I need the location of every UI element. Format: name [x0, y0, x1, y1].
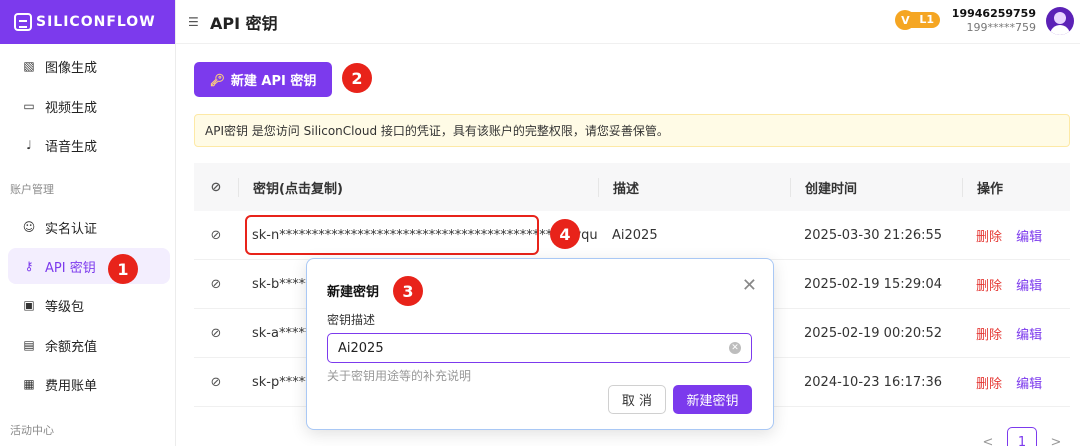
delete-link[interactable]: 删除: [976, 377, 1002, 392]
field-hint: 关于密钥用途等的补充说明: [327, 369, 472, 383]
pagination: < 1 >: [975, 427, 1069, 446]
logo-icon: [14, 13, 32, 31]
edit-link[interactable]: 编辑: [1016, 230, 1042, 245]
key-created: 2025-03-30 21:26:55: [804, 227, 943, 243]
key-created: 2025-02-19 00:20:52: [804, 325, 943, 341]
delete-link[interactable]: 删除: [976, 230, 1002, 245]
close-icon[interactable]: ✕: [742, 275, 757, 296]
sidebar-item-label: API 密钥: [45, 260, 96, 276]
header: ☰ API 密钥 V L1 19946259759 199*****759: [176, 0, 1080, 44]
wallet-icon: ▤: [23, 338, 35, 352]
column-desc: 描述: [598, 177, 790, 197]
video-icon: ▭: [23, 99, 35, 113]
annotation-badge: 4: [550, 219, 580, 249]
page-number[interactable]: 1: [1007, 427, 1037, 446]
create-api-key-button[interactable]: 🔑︎ 新建 API 密钥: [194, 62, 332, 97]
sidebar-item-verify[interactable]: ☺ 实名认证: [8, 209, 170, 245]
row-actions: 删除 编辑: [962, 275, 1070, 294]
menu-collapse-icon[interactable]: ☰: [188, 15, 200, 29]
section-activity-title: 活动中心: [10, 424, 54, 437]
section-account-title: 账户管理: [10, 183, 54, 196]
delete-link[interactable]: 删除: [976, 279, 1002, 294]
sidebar-item-recharge[interactable]: ▤ 余额充值: [8, 327, 170, 363]
image-icon: ▧: [23, 59, 35, 73]
edit-link[interactable]: 编辑: [1016, 377, 1042, 392]
edit-link[interactable]: 编辑: [1016, 279, 1042, 294]
annotation-badge: 3: [393, 276, 423, 306]
row-actions: 删除 编辑: [962, 324, 1070, 343]
sidebar: SILICONFLOW ▧ 图像生成 ▭ 视频生成 ♩ 语音生成 账户管理 ☺ …: [0, 0, 176, 446]
create-api-key-label: 新建 API 密钥: [230, 74, 317, 89]
key-description-value: Ai2025: [338, 340, 384, 356]
key-icon: 🔑︎: [209, 72, 225, 87]
sidebar-item-label: 实名认证: [45, 221, 98, 237]
eye-off-icon[interactable]: ⊘: [194, 375, 238, 390]
notice-banner: API密钥 是您访问 SiliconCloud 接口的凭证，具有该账户的完整权限…: [194, 114, 1070, 147]
sidebar-item-label: 语音生成: [45, 139, 98, 155]
column-key: 密钥(点击复制): [238, 177, 598, 197]
eye-off-icon[interactable]: ⊘: [194, 326, 238, 341]
eye-off-icon[interactable]: ⊘: [194, 277, 238, 292]
dialog-title: 新建密钥: [327, 285, 380, 300]
sidebar-item-label: 余额充值: [45, 339, 98, 355]
create-key-dialog: 新建密钥 ✕ 密钥描述 Ai2025 ✕ 关于密钥用途等的补充说明 取 消 新建…: [306, 258, 774, 430]
clear-icon[interactable]: ✕: [729, 342, 741, 354]
page-title: API 密钥: [210, 13, 278, 33]
submit-button[interactable]: 新建密钥: [673, 385, 752, 414]
next-page-button[interactable]: >: [1043, 429, 1069, 446]
sidebar-item-video-gen[interactable]: ▭ 视频生成: [8, 88, 170, 124]
sidebar-item-label: 费用账单: [45, 378, 98, 394]
package-icon: ▣: [23, 298, 35, 312]
row-actions: 删除 编辑: [962, 226, 1070, 245]
sidebar-item-image-gen[interactable]: ▧ 图像生成: [8, 48, 170, 84]
eye-off-icon[interactable]: ⊘: [194, 180, 238, 195]
microphone-icon: ♩: [26, 138, 32, 152]
sidebar-item-label: 视频生成: [45, 100, 98, 116]
prev-page-button[interactable]: <: [975, 429, 1001, 446]
sidebar-item-label: 图像生成: [45, 60, 98, 76]
key-highlight-box: [245, 215, 539, 255]
delete-link[interactable]: 删除: [976, 328, 1002, 343]
annotation-badge: 1: [108, 254, 138, 284]
user-phone: 19946259759: [951, 7, 1036, 20]
column-created: 创建时间: [790, 177, 962, 197]
key-icon: ⚷: [24, 259, 34, 273]
sidebar-item-api-key[interactable]: ⚷ API 密钥: [8, 248, 170, 284]
field-label: 密钥描述: [327, 313, 376, 327]
table-header: ⊘ 密钥(点击复制) 描述 创建时间 操作: [194, 163, 1070, 211]
sidebar-item-billing[interactable]: ▦ 费用账单: [8, 366, 170, 402]
eye-off-icon[interactable]: ⊘: [194, 228, 238, 243]
annotation-badge: 2: [342, 63, 372, 93]
logo-text: SILICONFLOW: [36, 14, 156, 30]
key-created: 2024-10-23 16:17:36: [804, 374, 943, 390]
logo[interactable]: SILICONFLOW: [0, 0, 175, 44]
bill-icon: ▦: [23, 377, 35, 391]
user-info[interactable]: 19946259759 199*****759: [952, 7, 1036, 35]
user-verify-icon: ☺: [22, 220, 36, 234]
user-phone-masked: 199*****759: [966, 21, 1037, 34]
cancel-button[interactable]: 取 消: [608, 385, 666, 414]
column-ops: 操作: [962, 177, 1070, 197]
sidebar-item-voice-gen[interactable]: ♩ 语音生成: [8, 127, 170, 163]
row-actions: 删除 编辑: [962, 373, 1070, 392]
edit-link[interactable]: 编辑: [1016, 328, 1042, 343]
sidebar-item-package[interactable]: ▣ 等级包: [8, 287, 170, 323]
key-description-input[interactable]: Ai2025 ✕: [327, 333, 752, 363]
key-created: 2025-02-19 15:29:04: [804, 276, 943, 292]
avatar[interactable]: [1046, 7, 1074, 35]
key-desc: Ai2025: [612, 227, 658, 243]
sidebar-item-label: 等级包: [45, 299, 85, 315]
level-badge[interactable]: V L1: [895, 10, 940, 30]
